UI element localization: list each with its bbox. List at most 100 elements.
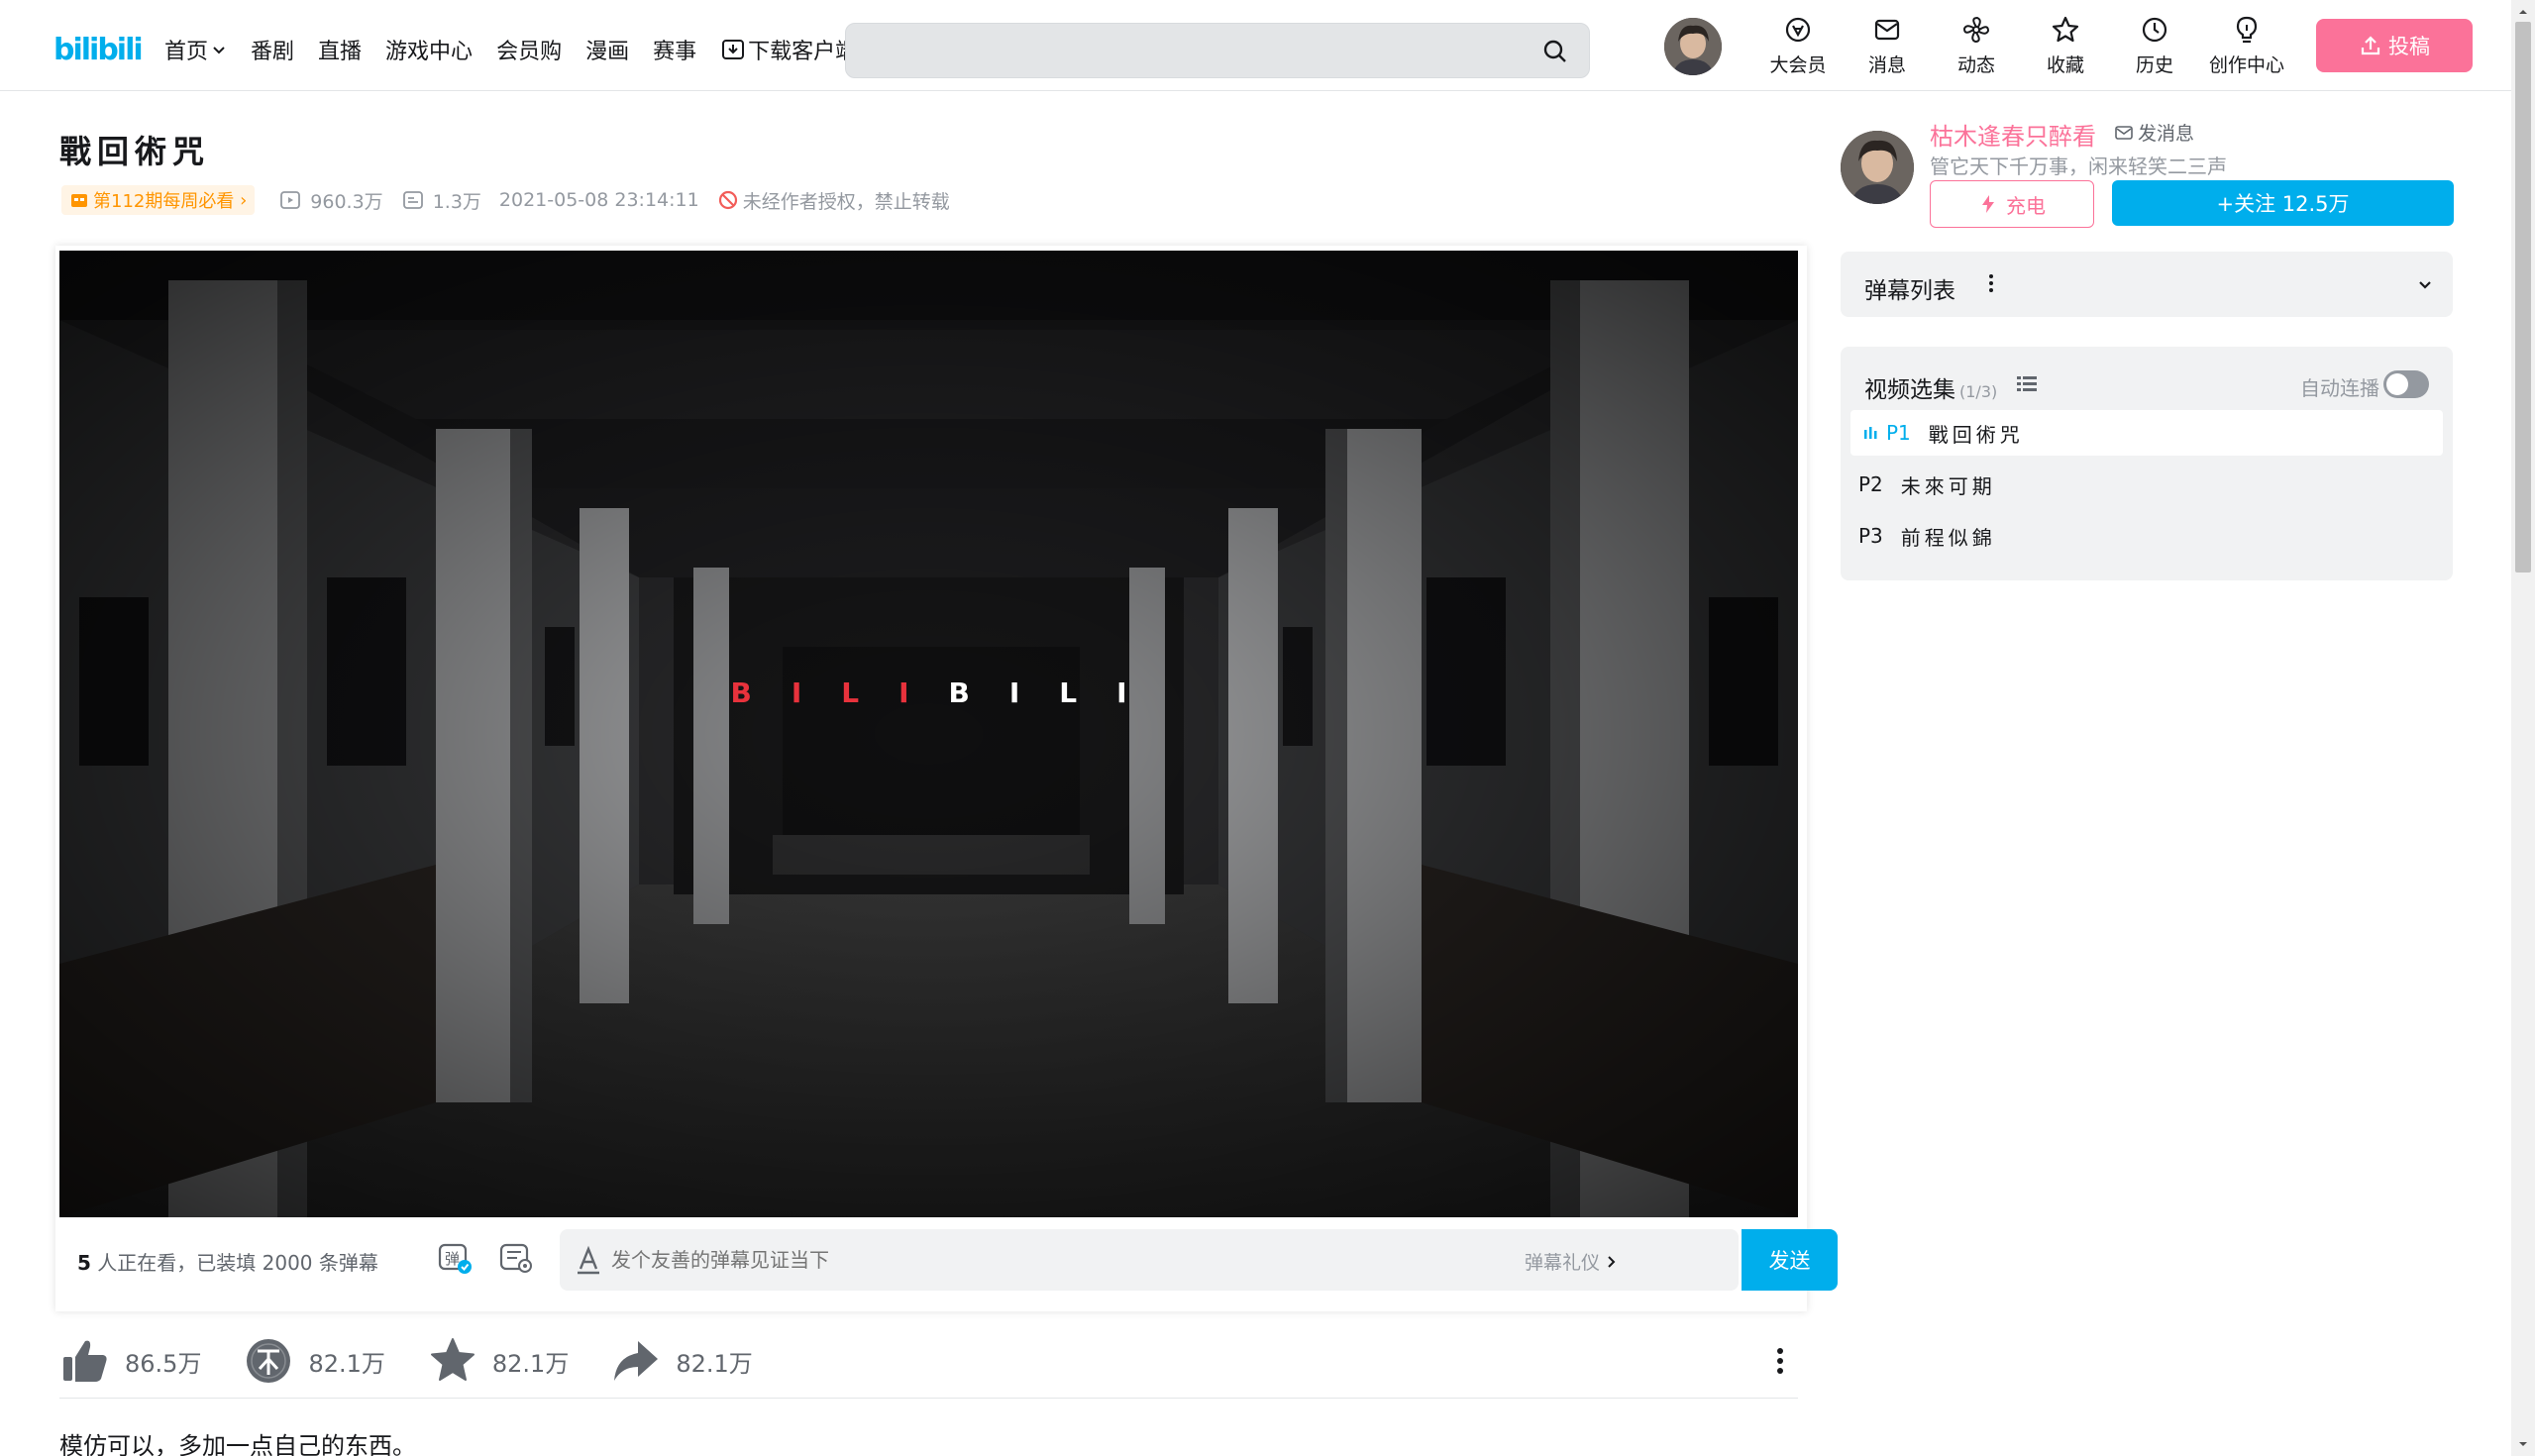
nav-download-label: 下载客户端 <box>748 40 858 64</box>
uploader-avatar-image <box>1841 131 1914 204</box>
search-input[interactable] <box>860 32 1504 69</box>
nav-vip[interactable]: 大会员 <box>1753 14 1843 77</box>
nav-download-client[interactable]: 下载客户端 <box>720 34 857 65</box>
nav-manga-label: 漫画 <box>585 40 630 64</box>
playlist-item-name: 未來可期 <box>1900 473 1996 498</box>
scroll-down-arrow-icon[interactable] <box>2517 1438 2529 1450</box>
playlist-item-number: P2 <box>1858 472 1883 496</box>
video-meta: 第112期每周必看 › 960.3万 1.3万 2021-05-08 23:14… <box>61 185 950 215</box>
star-icon <box>430 1338 475 1381</box>
nav-anime[interactable]: 番剧 <box>251 34 294 65</box>
list-view-icon[interactable] <box>2015 372 2039 396</box>
dynamic-icon <box>1962 16 1990 44</box>
no-repost-text: 未经作者授权，禁止转载 <box>742 190 950 213</box>
search-icon[interactable] <box>1541 38 1569 65</box>
playlist-item-name: 戰回術咒 <box>1928 422 2024 447</box>
history-icon <box>2142 17 2167 43</box>
frame-letter: B <box>730 676 752 709</box>
viewer-info: 5 人正在看，已装填 2000 条弹幕 <box>77 1247 378 1276</box>
danmaku-input[interactable] <box>611 1241 1503 1279</box>
video-title: 戰回術咒 <box>59 133 211 170</box>
nav-member-shop[interactable]: 会员购 <box>496 34 562 65</box>
uploader-avatar[interactable] <box>1841 131 1914 204</box>
views-value: 960.3万 <box>310 190 383 213</box>
playlist-item[interactable]: P3 前程似錦 <box>1850 513 2443 559</box>
autoplay-toggle[interactable] <box>2383 370 2429 398</box>
playlist-item-name: 前程似錦 <box>1900 525 1996 550</box>
video-player[interactable]: BILIBILI <box>59 251 1798 1217</box>
bilibili-logo[interactable]: bilibili <box>52 24 147 71</box>
text-style-icon[interactable] <box>572 1243 605 1277</box>
nav-dynamic-label: 动态 <box>1956 54 1995 76</box>
publish-time-value: 2021-05-08 23:14:11 <box>498 189 699 211</box>
weekly-badge[interactable]: 第112期每周必看 › <box>61 185 256 215</box>
nav-message[interactable]: 消息 <box>1843 14 1932 77</box>
charge-label: 充电 <box>2006 193 2046 218</box>
danmaku-settings-icon[interactable] <box>497 1239 535 1277</box>
nav-esports[interactable]: 赛事 <box>653 34 696 65</box>
nav-dynamic[interactable]: 动态 <box>1932 14 2021 77</box>
send-message-label: 发消息 <box>2138 123 2195 145</box>
nav-home[interactable]: 首页 <box>164 34 227 65</box>
uploader-signature: 管它天下千万事，闲来轻笑二三声 <box>1930 155 2227 178</box>
playlist-item[interactable]: P2 未來可期 <box>1850 462 2443 507</box>
playlist-title-label: 视频选集 <box>1864 377 1955 403</box>
playlist-item-number: P1 <box>1886 421 1911 445</box>
danmaku-etiquette-label: 弹幕礼仪 <box>1524 1252 1600 1274</box>
send-danmaku-button[interactable]: 发送 <box>1742 1229 1838 1291</box>
nav-manga[interactable]: 漫画 <box>585 34 629 65</box>
favorite-button[interactable]: 82.1万 <box>427 1335 569 1387</box>
scrollbar-thumb[interactable] <box>2515 22 2531 572</box>
nav-game-center[interactable]: 游戏中心 <box>385 34 473 65</box>
share-icon <box>614 1341 659 1381</box>
user-nav: 大会员 消息 动态 收藏 历史 创作中心 <box>1753 14 2294 77</box>
more-options-icon[interactable] <box>1762 1343 1798 1379</box>
download-icon <box>722 40 745 59</box>
lightning-icon <box>1982 195 1994 213</box>
scroll-up-arrow-icon[interactable] <box>2517 6 2529 18</box>
viewers-count: 5 <box>77 1251 91 1275</box>
frame-letter: L <box>1059 676 1078 709</box>
frame-letter: I <box>1008 676 1020 709</box>
danmaku-count-value: 1.3万 <box>432 190 481 213</box>
search-box <box>845 23 1590 78</box>
charge-button[interactable]: 充电 <box>1930 180 2094 228</box>
playlist-item[interactable]: P1 戰回術咒 <box>1850 410 2443 456</box>
top-header: bilibili 首页 番剧 直播 游戏中心 会员购 漫画 赛事 下载客户端 大… <box>0 0 2511 91</box>
upload-label: 投稿 <box>2388 35 2430 58</box>
danmaku-etiquette-link[interactable]: 弹幕礼仪 <box>1525 1248 1620 1275</box>
uploader-name[interactable]: 枯木逢春只醉看 <box>1930 117 2096 152</box>
svg-text:弹: 弹 <box>445 1250 460 1268</box>
nav-live[interactable]: 直播 <box>318 34 362 65</box>
frame-letter: B <box>948 676 970 709</box>
upload-button[interactable]: 投稿 <box>2316 19 2473 72</box>
nav-history[interactable]: 历史 <box>2110 14 2199 77</box>
page: bilibili 首页 番剧 直播 游戏中心 会员购 漫画 赛事 下载客户端 大… <box>0 0 2535 1456</box>
nav-game-center-label: 游戏中心 <box>385 40 474 64</box>
video-description: 模仿可以，多加一点自己的东西。 <box>59 1432 416 1456</box>
danmaku-toggle-icon[interactable]: 弹 <box>436 1239 474 1277</box>
publish-time: 2021-05-08 23:14:11 <box>499 189 699 211</box>
nav-creator-center[interactable]: 创作中心 <box>2199 14 2294 77</box>
share-button[interactable]: 82.1万 <box>610 1335 753 1387</box>
nav-favorites[interactable]: 收藏 <box>2021 14 2110 77</box>
follow-button[interactable]: +关注 12.5万 <box>2112 180 2454 226</box>
page-scrollbar[interactable] <box>2511 0 2535 1456</box>
playlist-count: (1/3) <box>1959 382 1998 401</box>
nav-vip-label: 大会员 <box>1769 54 1827 76</box>
playlist-item-number: P3 <box>1858 524 1883 548</box>
playing-indicator-icon <box>1864 427 1877 439</box>
more-vertical-icon[interactable] <box>1979 271 2003 295</box>
danmaku-list-panel[interactable]: 弹幕列表 <box>1841 252 2453 317</box>
like-button[interactable]: 86.5万 <box>59 1335 201 1387</box>
user-avatar[interactable] <box>1664 18 1722 75</box>
coin-icon <box>247 1339 291 1383</box>
coin-button[interactable]: 82.1万 <box>243 1335 385 1387</box>
svg-text:bilibili: bilibili <box>53 33 142 67</box>
send-message-link[interactable]: 发消息 <box>2114 119 2194 146</box>
chevron-right-icon: › <box>234 189 248 211</box>
frame-letter: L <box>841 676 860 709</box>
bilibili-logo-icon: bilibili <box>53 33 144 67</box>
star-icon <box>2052 16 2079 43</box>
frame-letter: I <box>1116 676 1127 709</box>
